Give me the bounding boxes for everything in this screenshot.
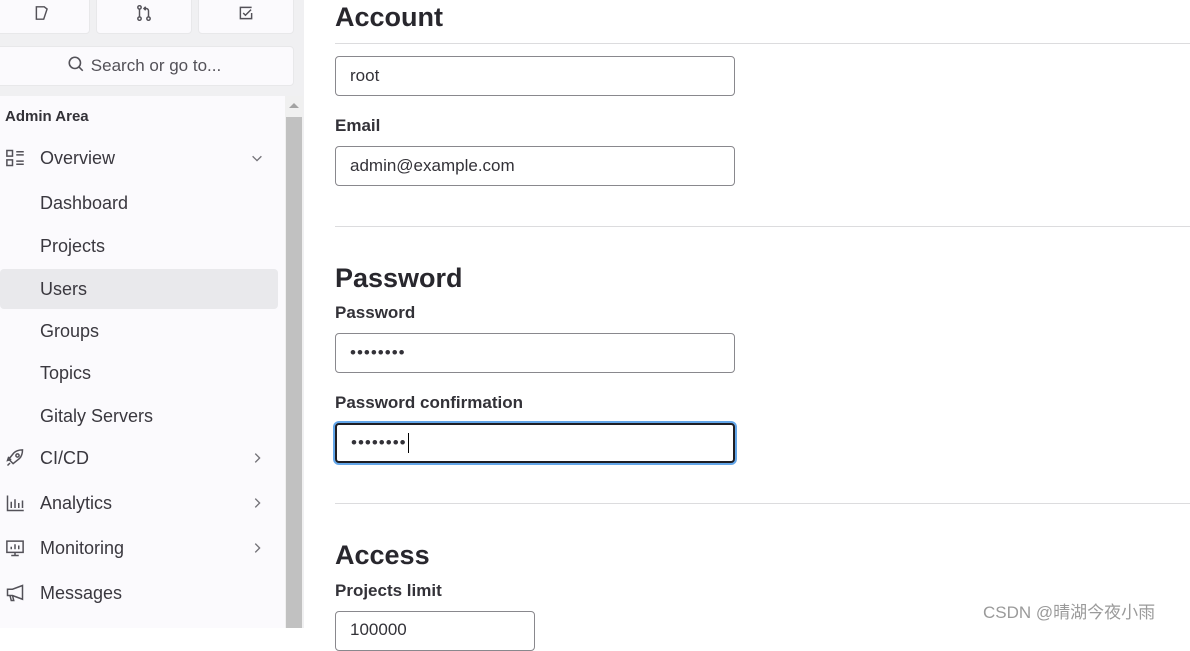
sidebar-item-groups[interactable]: Groups [0, 311, 278, 351]
rocket-icon [4, 447, 26, 469]
overview-icon [4, 147, 26, 169]
section-title: Admin Area [5, 108, 89, 125]
chevron-right-icon [254, 543, 261, 553]
projects-limit-label: Projects limit [335, 581, 442, 600]
analytics-icon [4, 492, 26, 514]
sidebar-item-label: CI/CD [40, 447, 89, 468]
password-input[interactable]: •••••••• [335, 333, 735, 373]
sidebar-item-projects[interactable]: Projects [0, 226, 278, 266]
sidebar-item-label: Groups [40, 320, 100, 341]
projects-limit-value: 100000 [350, 620, 407, 639]
email-value: admin@example.com [350, 156, 515, 175]
chevron-right-icon [254, 453, 261, 463]
merge-requests-button[interactable] [96, 0, 192, 34]
password-label: Password [335, 303, 416, 322]
password-heading: Password [335, 263, 463, 293]
sidebar-item-analytics[interactable]: Analytics [0, 483, 278, 523]
sidebar-item-monitoring[interactable]: Monitoring [0, 528, 278, 568]
top-buttons [0, 0, 294, 34]
sidebar-item-label: Topics [40, 362, 92, 383]
email-input[interactable]: admin@example.com [335, 146, 735, 186]
projects-limit-input[interactable]: 100000 [335, 611, 535, 651]
search-placeholder: Search or go to... [90, 56, 222, 75]
sidebar-item-topics[interactable]: Topics [0, 353, 278, 393]
megaphone-icon [4, 582, 26, 604]
sidebar-item-overview[interactable]: Overview [0, 138, 278, 178]
merge-request-icon [135, 4, 153, 27]
watermark: CSDN @晴湖今夜小雨 [983, 603, 1156, 622]
sidebar-item-label: Projects [40, 235, 106, 256]
sidebar-item-users[interactable]: Users [0, 269, 278, 309]
sidebar-item-label: Overview [40, 147, 116, 168]
todo-button[interactable] [198, 0, 294, 34]
search-button[interactable]: Search or go to... [0, 46, 294, 86]
monitor-icon [4, 537, 26, 559]
sidebar-item-messages[interactable]: Messages [0, 573, 278, 613]
issues-icon [33, 4, 51, 27]
chevron-down-icon [252, 155, 262, 162]
sidebar-item-cicd[interactable]: CI/CD [0, 438, 278, 478]
divider [335, 503, 1190, 504]
main-content: Account root Email admin@example.com Pas… [304, 0, 1190, 651]
search-icon [67, 55, 91, 78]
divider [335, 226, 1190, 227]
sidebar-item-gitaly-servers[interactable]: Gitaly Servers [0, 396, 278, 436]
sidebar-item-label: Users [40, 278, 88, 299]
sidebar-scrollbar[interactable] [285, 96, 303, 628]
scroll-up-arrow-icon[interactable] [289, 103, 299, 108]
access-heading: Access [335, 540, 430, 570]
divider [335, 43, 1190, 44]
username-input[interactable]: root [335, 56, 735, 96]
password-confirmation-input[interactable]: •••••••• [335, 423, 735, 463]
sidebar-item-label: Dashboard [40, 192, 129, 213]
sidebar-item-dashboard[interactable]: Dashboard [0, 183, 278, 223]
username-value: root [350, 66, 380, 85]
sidebar-item-label: Analytics [40, 492, 113, 513]
chevron-right-icon [254, 498, 261, 508]
password-confirmation-label: Password confirmation [335, 393, 523, 412]
todo-icon [237, 4, 255, 27]
sidebar-item-label: Gitaly Servers [40, 405, 154, 426]
issues-button[interactable] [0, 0, 90, 34]
sidebar-item-label: Messages [40, 582, 123, 603]
text-caret [407, 433, 409, 453]
password-value: •••••••• [350, 343, 406, 362]
sidebar: Search or go to... Admin Area Overview D… [0, 0, 304, 628]
scrollbar-thumb[interactable] [286, 117, 302, 628]
password-confirmation-value: •••••••• [351, 433, 407, 452]
sidebar-item-label: Monitoring [40, 537, 125, 558]
account-heading: Account [335, 2, 443, 32]
email-label: Email [335, 116, 381, 135]
